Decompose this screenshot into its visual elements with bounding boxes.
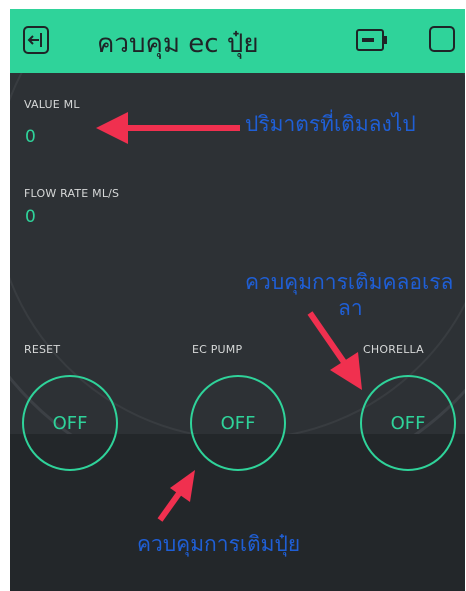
reset-label: RESET (24, 343, 61, 356)
chlorella-annotation-line2: ลา (338, 296, 363, 320)
square-icon[interactable] (428, 25, 456, 53)
page-title: ควบคุม ec ปุ๋ย (97, 29, 259, 59)
reset-button[interactable]: OFF (22, 375, 118, 471)
fertilizer-annotation: ควบคุมการเติมปุ๋ย (137, 532, 301, 556)
battery-icon[interactable] (356, 29, 388, 51)
volume-annotation: ปริมาตรที่เติมลงไป (245, 112, 416, 136)
flow-rate-label: FLOW RATE ML/S (24, 187, 120, 200)
app-screen: ควบคุม ec ปุ๋ย VALUE ML 0 FLOW RATE ML/S… (10, 9, 465, 591)
chorella-button[interactable]: OFF (360, 375, 456, 471)
exit-icon[interactable] (22, 25, 50, 55)
value-ml-label: VALUE ML (24, 98, 80, 111)
value-ml-value: 0 (25, 127, 36, 147)
ec-pump-label: EC PUMP (192, 343, 243, 356)
ec-pump-button[interactable]: OFF (190, 375, 286, 471)
top-bar: ควบคุม ec ปุ๋ย (10, 9, 465, 73)
flow-rate-value: 0 (25, 207, 36, 227)
chorella-label: CHORELLA (363, 343, 424, 356)
